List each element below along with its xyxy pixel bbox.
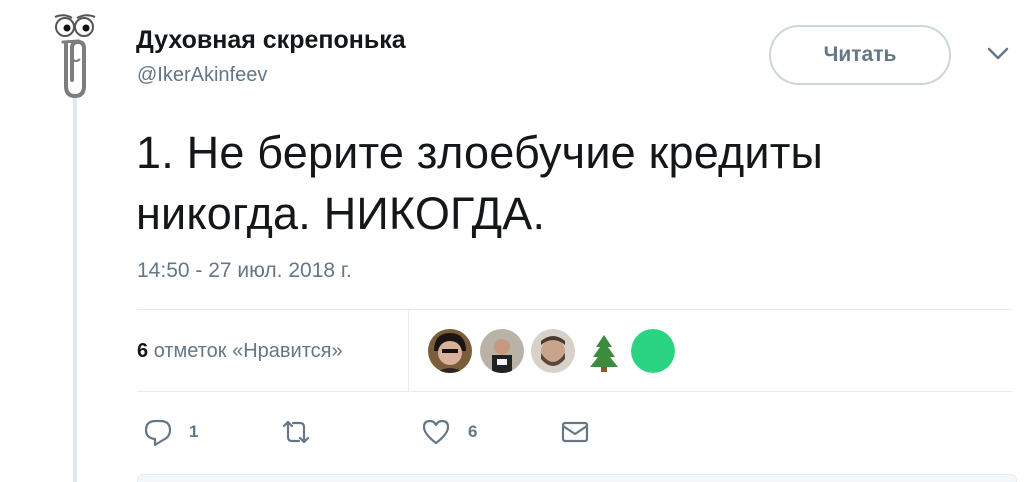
reply-box[interactable] [137, 474, 1017, 482]
tree-icon[interactable] [582, 329, 626, 373]
follow-button[interactable]: Читать [769, 25, 951, 85]
author-display-name[interactable]: Духовная скрепонька [136, 26, 406, 55]
reply-count: 1 [189, 422, 199, 441]
thread-line [73, 95, 77, 482]
stats-divider-top [137, 309, 1012, 310]
liker-avatar-5[interactable] [631, 329, 675, 373]
chevron-down-icon[interactable] [986, 46, 1010, 62]
likes-stat-label: отметок «Нравится» [153, 340, 343, 362]
likes-stat[interactable]: 6 отметок «Нравится» [137, 340, 343, 363]
author-handle[interactable]: @IkerAkinfeev [137, 64, 267, 87]
tweet-text-line-2: никогда. НИКОГДА. [136, 188, 546, 239]
heart-icon[interactable] [421, 416, 451, 448]
liker-avatar-3[interactable] [531, 329, 575, 373]
likes-stat-count: 6 [137, 340, 149, 362]
stats-divider-vertical [408, 310, 409, 391]
paperclip-avatar-icon[interactable] [46, 14, 104, 100]
tweet-text: 1. Не берите злоебучие кредиты никогда. … [136, 122, 936, 244]
like-count: 6 [468, 422, 478, 441]
liker-avatar-1[interactable] [428, 329, 472, 373]
tweet-timestamp[interactable]: 14:50 - 27 июл. 2018 г. [137, 259, 352, 283]
retweet-icon[interactable] [280, 416, 312, 448]
stats-divider-bottom [137, 391, 1012, 392]
tweet-page: Духовная скрепонька @IkerAkinfeev Читать… [0, 0, 1024, 482]
tweet-text-line-1: 1. Не берите злоебучие кредиты [136, 127, 824, 178]
reply-icon[interactable] [143, 416, 173, 448]
envelope-icon[interactable] [560, 416, 590, 448]
liker-avatar-2[interactable] [480, 329, 524, 373]
